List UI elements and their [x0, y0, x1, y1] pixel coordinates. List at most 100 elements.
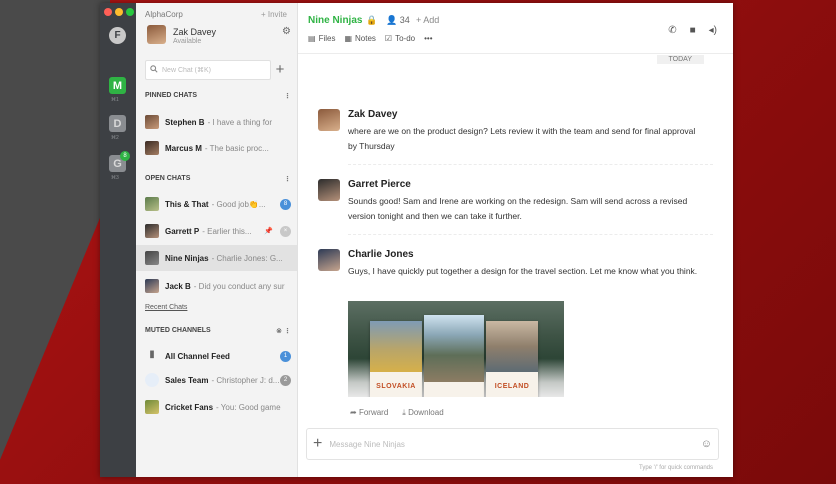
open-chats-title: OPEN CHATS	[145, 175, 191, 182]
avatar[interactable]	[318, 109, 340, 131]
forward-label: Forward	[358, 408, 389, 417]
pinned-chats-title: PINNED CHATS	[145, 92, 197, 99]
recent-chats-link[interactable]: Recent Chats	[145, 304, 187, 311]
search-box	[145, 60, 271, 80]
chat-item-this-and-that[interactable]: This & That - Good job👏... 8	[136, 191, 297, 217]
window-controls	[104, 8, 134, 16]
tab-todo[interactable]: ☑ To-do	[385, 34, 415, 43]
muted-more-icon[interactable]: ⋮	[282, 328, 291, 335]
card-title: ICELAND	[494, 383, 530, 391]
invite-button[interactable]: + Invite	[261, 10, 287, 19]
chat-preview: - Earlier this...	[202, 226, 252, 236]
notes-icon: ▦	[344, 34, 353, 43]
checkbox-icon: ☑	[384, 34, 393, 43]
sales-team-icon	[145, 373, 159, 387]
minimize-window-button[interactable]	[115, 8, 123, 16]
channel-tabs: ▤ Files ▦ Notes ☑ To-do •••	[308, 34, 433, 43]
channel-item-sales-team[interactable]: Sales Team - Christopher J: d... 2	[136, 367, 297, 393]
channel-item-cricket-fans[interactable]: Cricket Fans - You: Good game	[136, 394, 297, 420]
forward-icon: ➦	[350, 408, 357, 417]
chat-pane: Nine Ninjas 🔒 👤 34 + Add ▤ Files ▦ Notes ☑…	[298, 3, 733, 477]
new-chat-input[interactable]	[162, 66, 270, 74]
workspace-d[interactable]: D	[109, 115, 126, 132]
workspace-g-shortcut: ⌘3	[111, 175, 119, 181]
unread-badge: 2	[280, 374, 291, 386]
maximize-window-button[interactable]	[126, 8, 134, 16]
attachment-actions: ➦ Forward ⤓ Download	[350, 408, 444, 418]
chat-name: Stephen B	[165, 117, 205, 127]
chat-item-marcus-m[interactable]: Marcus M - The basic proc...	[136, 135, 297, 161]
gear-icon[interactable]: ⚙	[282, 26, 291, 37]
open-more-icon[interactable]: ⋮	[284, 175, 291, 183]
chat-name: Marcus M	[165, 143, 202, 153]
attach-plus-button[interactable]: +	[313, 435, 322, 453]
app-window: F M ⌘1 D ⌘2 G 8 ⌘3 AlphaCorp + Invite Za…	[100, 3, 733, 477]
header-divider	[298, 53, 733, 54]
message-input[interactable]	[329, 439, 701, 449]
close-icon[interactable]: ×	[280, 225, 291, 237]
chat-item-jack-b[interactable]: Jack B - Did you conduct any sur	[136, 273, 297, 299]
tab-notes[interactable]: ▦ Notes	[344, 34, 375, 43]
chat-preview: - The basic proc...	[204, 143, 269, 153]
avatar[interactable]	[147, 25, 166, 44]
tab-files[interactable]: ▤ Files	[308, 34, 335, 43]
design-card-middle	[424, 315, 484, 397]
date-divider: TODAY	[656, 55, 704, 64]
video-icon[interactable]: ■	[690, 25, 696, 36]
add-member-button[interactable]: + Add	[416, 15, 439, 25]
message-author[interactable]: Zak Davey	[348, 109, 397, 120]
pinned-chats-header: PINNED CHATS ⋮	[145, 92, 291, 100]
app-logo-icon[interactable]: F	[109, 27, 126, 44]
close-window-button[interactable]	[104, 8, 112, 16]
avatar	[145, 279, 159, 293]
speaker-icon[interactable]: ◂)	[709, 25, 717, 36]
image-attachment[interactable]: SLOVAKIA ICELAND	[348, 301, 564, 397]
chat-name: Nine Ninjas	[165, 253, 209, 263]
pin-icon[interactable]: 📌	[264, 227, 273, 235]
design-card-slovakia: SLOVAKIA	[370, 321, 422, 397]
channel-item-all-channel-feed[interactable]: ▮ All Channel Feed 1	[136, 343, 297, 369]
avatar[interactable]	[318, 179, 340, 201]
org-name: AlphaCorp	[145, 10, 183, 19]
workspace-m[interactable]: M	[109, 77, 126, 94]
chat-preview: - I have a thing for	[207, 117, 273, 127]
avatar[interactable]	[318, 249, 340, 271]
chat-preview: - Charlie Jones: G...	[211, 253, 283, 263]
pinned-more-icon[interactable]: ⋮	[284, 92, 291, 100]
cricket-fans-icon	[145, 400, 159, 414]
chat-preview: - Christopher J: d...	[211, 375, 280, 385]
member-count-value: 34	[399, 15, 410, 25]
emoji-icon[interactable]: ☺	[701, 438, 712, 450]
avatar	[145, 224, 159, 238]
workspace-g-badge: 8	[120, 151, 130, 161]
message-text: Guys, I have quickly put together a desi…	[348, 266, 698, 276]
unread-badge: 1	[280, 350, 291, 362]
design-card-iceland: ICELAND	[486, 321, 538, 397]
sidebar: AlphaCorp + Invite Zak Davey Available ⚙…	[136, 3, 298, 477]
chat-item-garrett-p[interactable]: Garrett P - Earlier this... 📌 ×	[136, 218, 297, 244]
chat-item-stephen-b[interactable]: Stephen B - I have a thing for	[136, 109, 297, 135]
sidebar-header: AlphaCorp + Invite Zak Davey Available ⚙	[136, 3, 297, 58]
message-author[interactable]: Garret Pierce	[348, 179, 411, 190]
search-icon	[150, 65, 158, 75]
download-button[interactable]: ⤓ Download	[402, 408, 443, 418]
channel-title[interactable]: Nine Ninjas	[308, 15, 362, 26]
chat-item-nine-ninjas[interactable]: Nine Ninjas - Charlie Jones: G...	[136, 245, 297, 271]
message-text: Sounds good! Sam and Irene are working o…	[348, 196, 688, 221]
more-tabs-button[interactable]: •••	[424, 34, 432, 43]
tab-label: Files	[318, 34, 336, 43]
new-chat-plus-button[interactable]: +	[271, 60, 289, 80]
chat-name: Sales Team	[165, 375, 209, 385]
card-image	[370, 321, 422, 372]
tab-label: Notes	[355, 34, 376, 43]
muted-channels-title: MUTED CHANNELS	[145, 327, 211, 334]
member-count[interactable]: 👤 34	[386, 15, 410, 26]
forward-button[interactable]: ➦ Forward	[350, 408, 388, 418]
message-author[interactable]: Charlie Jones	[348, 249, 414, 260]
chat-name: This & That	[165, 199, 209, 209]
chat-preview: - Good job👏...	[211, 199, 266, 209]
tab-label: To-do	[395, 34, 416, 43]
download-icon: ⤓	[402, 408, 406, 417]
avatar	[145, 115, 159, 129]
phone-icon[interactable]: ✆	[668, 25, 676, 36]
